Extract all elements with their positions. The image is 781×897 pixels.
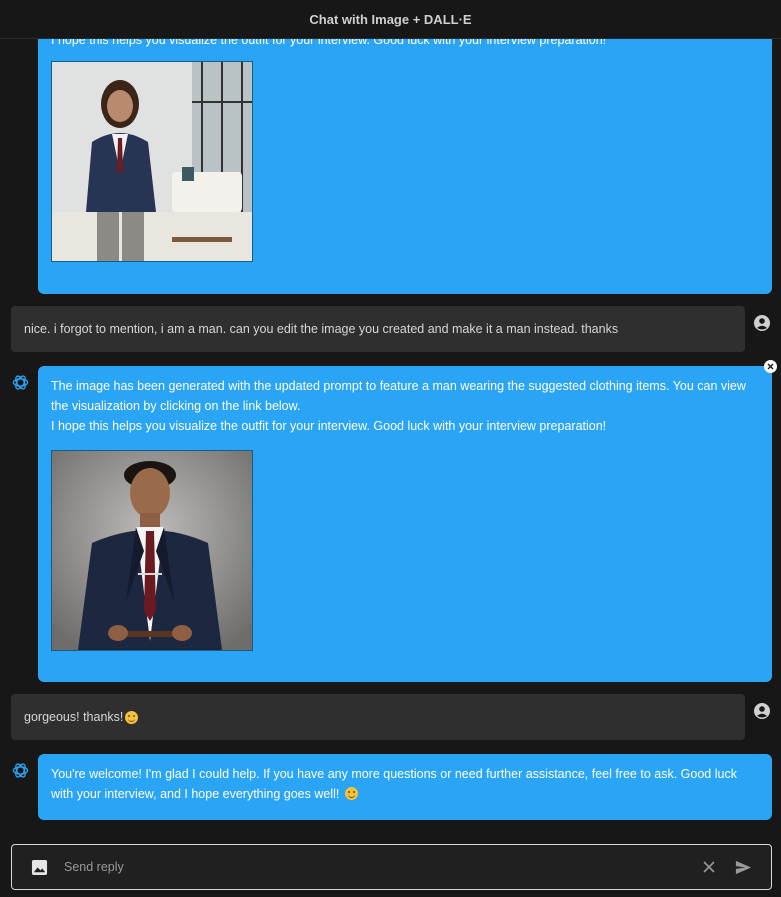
openai-logo-icon [12, 763, 29, 778]
message-text: I hope this helps you visualize the outf… [51, 419, 607, 433]
woman-in-suit-image [52, 62, 252, 261]
message-text: nice. i forgot to mention, i am a man. c… [24, 322, 619, 336]
message-text: The image has been generated with the up… [51, 379, 746, 413]
chat-thread: I hope this helps you visualize the outf… [0, 0, 781, 897]
user-account-icon [754, 315, 770, 331]
assistant-message: I hope this helps you visualize the outf… [38, 22, 772, 294]
user-account-icon [754, 703, 770, 719]
close-icon[interactable] [702, 860, 716, 874]
smiling-face-emoji [344, 787, 358, 800]
send-icon[interactable] [734, 858, 753, 877]
assistant-message: You're welcome! I'm glad I could help. I… [38, 754, 772, 820]
close-icon [767, 363, 774, 370]
user-message: nice. i forgot to mention, i am a man. c… [11, 306, 745, 352]
message-text: gorgeous! thanks! [24, 710, 124, 724]
man-in-suit-image [52, 451, 252, 650]
user-message: gorgeous! thanks! [11, 694, 745, 740]
message-text: You're welcome! I'm glad I could help. I… [51, 767, 737, 801]
assistant-message: The image has been generated with the up… [38, 366, 772, 682]
reply-input[interactable] [62, 859, 702, 875]
image-icon[interactable] [31, 859, 48, 876]
app-title: Chat with Image + DALL·E [309, 11, 472, 27]
app-header: Chat with Image + DALL·E [0, 0, 781, 39]
generated-image[interactable] [51, 450, 253, 651]
openai-logo-icon [12, 375, 29, 390]
reply-composer [11, 844, 772, 890]
generated-image[interactable] [51, 61, 253, 262]
relieved-face-emoji [125, 710, 139, 724]
dismiss-button[interactable] [764, 360, 777, 373]
